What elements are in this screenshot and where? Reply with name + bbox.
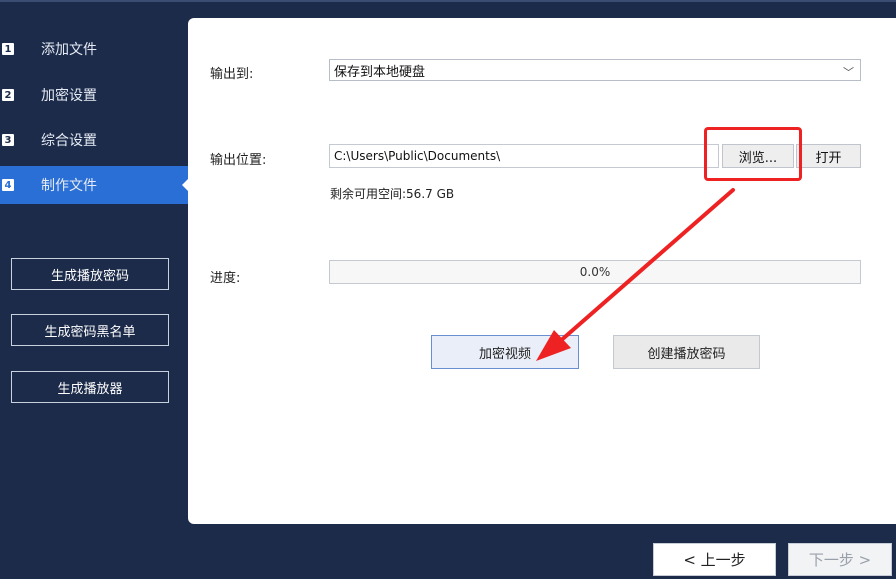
output-location-label: 输出位置: bbox=[210, 153, 267, 168]
annotation-highlight-box bbox=[704, 127, 802, 181]
step-number-badge: 1 bbox=[2, 43, 14, 55]
output-to-label: 输出到: bbox=[210, 67, 254, 82]
step-number-badge: 2 bbox=[2, 89, 14, 101]
chevron-down-icon: ﹀ bbox=[843, 66, 854, 79]
next-step-button[interactable]: 下一步 > bbox=[788, 543, 892, 576]
generate-blacklist-button[interactable]: 生成密码黑名单 bbox=[11, 314, 169, 346]
generate-player-button[interactable]: 生成播放器 bbox=[11, 371, 169, 403]
progress-percent: 0.0% bbox=[579, 265, 611, 279]
output-to-select[interactable]: 保存到本地硬盘 ﹀ bbox=[329, 59, 861, 81]
step-label: 制作文件 bbox=[41, 178, 97, 194]
generate-password-button[interactable]: 生成播放密码 bbox=[11, 258, 169, 290]
output-to-value: 保存到本地硬盘 bbox=[334, 64, 426, 80]
free-space-text: 剩余可用空间:56.7 GB bbox=[330, 187, 455, 201]
step-label: 综合设置 bbox=[41, 133, 97, 149]
progress-label: 进度: bbox=[210, 271, 241, 286]
app-window: 1 添加文件 2 加密设置 3 综合设置 4 制作文件 生成播放密码 生成密码黑… bbox=[0, 0, 896, 579]
progress-bar: 0.0% bbox=[329, 260, 861, 284]
sidebar-step-add-files[interactable]: 1 添加文件 bbox=[0, 30, 188, 68]
step-number-badge: 3 bbox=[2, 134, 14, 146]
output-location-input[interactable] bbox=[329, 144, 719, 168]
sidebar-step-encrypt-settings[interactable]: 2 加密设置 bbox=[0, 76, 188, 114]
step-label: 加密设置 bbox=[41, 88, 97, 104]
encrypt-video-button[interactable]: 加密视频 bbox=[431, 335, 579, 369]
sidebar-step-make-file[interactable]: 4 制作文件 bbox=[0, 166, 188, 204]
open-button[interactable]: 打开 bbox=[796, 144, 861, 168]
sidebar: 1 添加文件 2 加密设置 3 综合设置 4 制作文件 生成播放密码 生成密码黑… bbox=[0, 0, 188, 579]
step-number-badge: 4 bbox=[2, 179, 14, 191]
create-password-button[interactable]: 创建播放密码 bbox=[613, 335, 760, 369]
step-label: 添加文件 bbox=[41, 42, 97, 58]
main-panel: 输出到: 保存到本地硬盘 ﹀ 输出位置: 浏览... 打开 剩余可用空间:56.… bbox=[188, 18, 896, 524]
previous-step-button[interactable]: < 上一步 bbox=[653, 543, 776, 576]
sidebar-step-general-settings[interactable]: 3 综合设置 bbox=[0, 121, 188, 159]
